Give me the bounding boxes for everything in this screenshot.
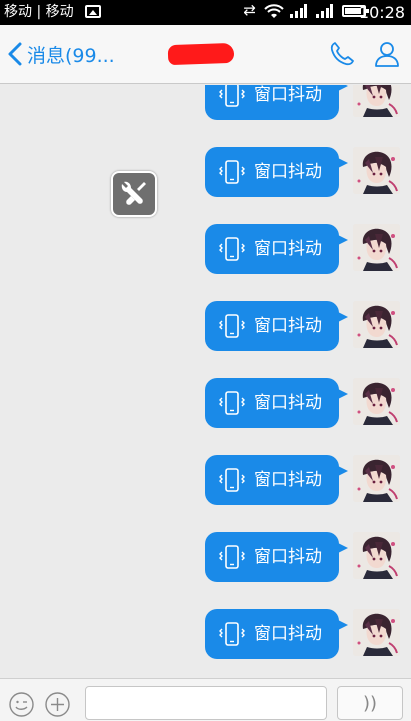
plus-icon[interactable]	[44, 691, 71, 718]
message-input[interactable]	[85, 686, 327, 720]
message-bubble[interactable]: 窗口抖动	[205, 85, 348, 120]
message-row: 窗口抖动	[0, 147, 411, 199]
message-row: 窗口抖动	[0, 378, 411, 430]
message-bubble[interactable]: 窗口抖动	[205, 301, 348, 351]
image-icon	[85, 5, 101, 18]
contact-name[interactable]	[167, 42, 238, 66]
message-bubble[interactable]: 窗口抖动	[205, 532, 348, 582]
signal-icon	[316, 4, 333, 18]
message-bubble[interactable]: 窗口抖动	[205, 455, 348, 505]
wrench-icon	[121, 181, 146, 205]
phone-shake-icon	[217, 235, 247, 263]
message-bubble[interactable]: 窗口抖动	[205, 224, 348, 274]
phone-shake-icon	[217, 543, 247, 571]
carrier-label: 移动 | 移动	[4, 4, 74, 20]
avatar[interactable]	[353, 85, 400, 117]
sync-icon: ⇄	[243, 1, 256, 19]
chevron-left-icon	[8, 42, 22, 66]
voice-icon: ))	[362, 692, 378, 714]
input-bar: ))	[0, 678, 411, 721]
emoji-icon[interactable]	[8, 691, 35, 718]
chat-area[interactable]: 窗口抖动 窗口抖动 窗口抖动 窗口抖动 窗口抖动 窗口抖动 窗口抖动 窗口抖动	[0, 85, 411, 678]
phone-icon[interactable]	[329, 41, 355, 67]
phone-shake-icon	[217, 466, 247, 494]
phone-shake-icon	[217, 85, 247, 109]
avatar[interactable]	[353, 532, 400, 579]
message-text: 窗口抖动	[254, 162, 322, 182]
avatar[interactable]	[353, 378, 400, 425]
phone-shake-icon	[217, 158, 247, 186]
message-text: 窗口抖动	[254, 547, 322, 567]
message-text: 窗口抖动	[254, 316, 322, 336]
message-text: 窗口抖动	[254, 239, 322, 259]
avatar[interactable]	[353, 301, 400, 348]
clock: 10:28	[358, 3, 405, 22]
nav-bar: 消息(99...	[0, 25, 411, 84]
message-bubble[interactable]: 窗口抖动	[205, 147, 348, 197]
wifi-icon	[264, 4, 284, 18]
signal-icon	[290, 4, 307, 18]
message-text: 窗口抖动	[254, 393, 322, 413]
avatar[interactable]	[353, 609, 400, 656]
status-bar: 移动 | 移动 ⇄ 10:28	[0, 0, 411, 25]
message-text: 窗口抖动	[254, 624, 322, 644]
message-row: 窗口抖动	[0, 301, 411, 353]
avatar[interactable]	[353, 455, 400, 502]
message-row: 窗口抖动	[0, 609, 411, 661]
profile-icon[interactable]	[373, 40, 401, 68]
phone-shake-icon	[217, 389, 247, 417]
phone-shake-icon	[217, 620, 247, 648]
message-row: 窗口抖动	[0, 532, 411, 584]
message-bubble[interactable]: 窗口抖动	[205, 609, 348, 659]
redaction-mark	[167, 42, 235, 66]
avatar[interactable]	[353, 224, 400, 271]
phone-shake-icon	[217, 312, 247, 340]
message-text: 窗口抖动	[254, 85, 322, 105]
voice-button[interactable]: ))	[337, 686, 403, 720]
back-button[interactable]: 消息(99...	[6, 39, 115, 69]
message-bubble[interactable]: 窗口抖动	[205, 378, 348, 428]
message-row: 窗口抖动	[0, 85, 411, 122]
avatar[interactable]	[353, 147, 400, 194]
message-text: 窗口抖动	[254, 470, 322, 490]
floating-tool-button[interactable]	[111, 171, 157, 217]
back-label: 消息(99...	[27, 44, 115, 67]
message-row: 窗口抖动	[0, 224, 411, 276]
message-row: 窗口抖动	[0, 455, 411, 507]
